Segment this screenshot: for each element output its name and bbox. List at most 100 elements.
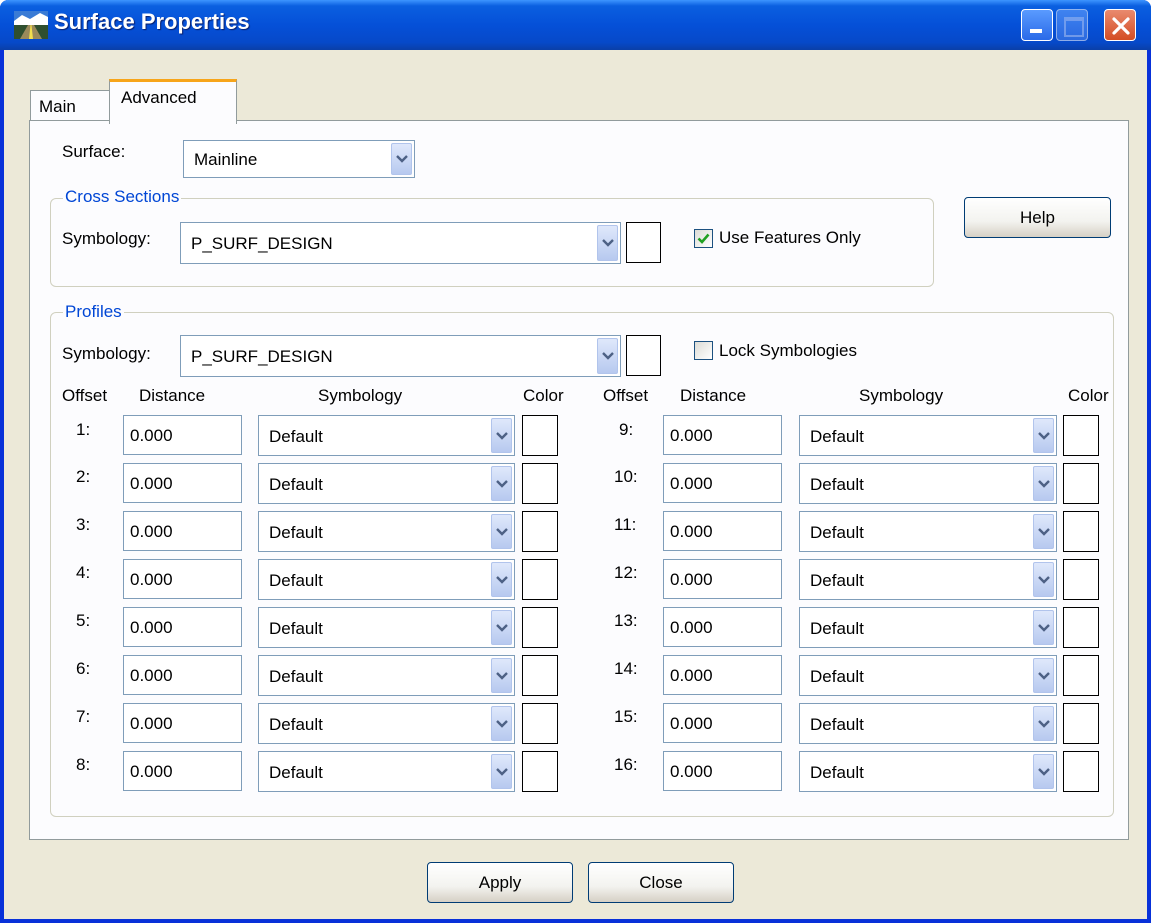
offset-distance-input[interactable]: 0.000 [663,751,782,791]
minimize-button[interactable] [1021,9,1053,41]
offset-distance-input[interactable]: 0.000 [663,463,782,503]
offset-symbology-value: Default [269,426,323,446]
profiles-color-swatch[interactable] [626,335,661,376]
dropdown-arrow[interactable] [491,754,512,789]
offset-distance-input[interactable]: 0.000 [663,607,782,647]
surface-dropdown[interactable]: Mainline [183,140,415,178]
offset-color-swatch[interactable] [522,511,558,552]
offset-color-swatch[interactable] [522,655,558,696]
offset-row-label: 5: [76,611,91,630]
offset-row-label: 12: [614,563,638,582]
title-bar[interactable]: Surface Properties [0,0,1151,50]
offset-distance-input[interactable]: 0.000 [123,511,242,551]
offset-color-swatch[interactable] [1063,463,1099,504]
offset-symbology-dropdown[interactable]: Default [258,463,515,504]
offset-color-swatch[interactable] [522,751,558,792]
offset-symbology-dropdown[interactable]: Default [799,751,1057,792]
offset-symbology-dropdown[interactable]: Default [799,463,1057,504]
tab-main[interactable]: Main [30,90,110,122]
offset-symbology-value: Default [269,522,323,542]
close-button[interactable]: Close [588,862,734,903]
offset-color-swatch[interactable] [1063,751,1099,792]
offset-distance-input[interactable]: 0.000 [123,607,242,647]
cross-sections-color-swatch[interactable] [626,222,661,263]
offset-row-label: 11: [614,515,637,534]
dropdown-arrow[interactable] [1033,466,1054,501]
dropdown-arrow[interactable] [491,418,512,453]
offset-symbology-dropdown[interactable]: Default [258,559,515,600]
offset-distance-input[interactable]: 0.000 [123,655,242,695]
offset-distance-input[interactable]: 0.000 [663,559,782,599]
offset-distance-input[interactable]: 0.000 [663,655,782,695]
offset-color-swatch[interactable] [522,607,558,648]
offset-distance-value: 0.000 [670,474,713,493]
offset-symbology-dropdown[interactable]: Default [258,415,515,456]
chevron-down-icon [496,623,508,632]
offset-distance-input[interactable]: 0.000 [123,703,242,743]
use-features-only-checkbox[interactable] [694,229,713,248]
offset-distance-value: 0.000 [670,570,713,589]
surface-dropdown-arrow[interactable] [391,143,412,175]
offset-symbology-dropdown[interactable]: Default [799,559,1057,600]
dropdown-arrow[interactable] [1033,754,1054,789]
chevron-down-icon [496,527,508,536]
offset-distance-input[interactable]: 0.000 [663,511,782,551]
offset-symbology-dropdown[interactable]: Default [258,703,515,744]
dropdown-arrow[interactable] [1033,418,1054,453]
offset-symbology-dropdown[interactable]: Default [799,607,1057,648]
offset-symbology-dropdown[interactable]: Default [799,511,1057,552]
offset-color-swatch[interactable] [1063,655,1099,696]
offset-color-swatch[interactable] [1063,559,1099,600]
offset-symbology-dropdown[interactable]: Default [799,703,1057,744]
dropdown-arrow[interactable] [491,514,512,549]
close-window-button[interactable] [1104,9,1136,41]
offset-symbology-dropdown[interactable]: Default [258,655,515,696]
offset-color-swatch[interactable] [522,463,558,504]
offset-color-swatch[interactable] [1063,703,1099,744]
offset-symbology-dropdown[interactable]: Default [258,751,515,792]
offset-symbology-dropdown[interactable]: Default [258,607,515,648]
apply-button[interactable]: Apply [427,862,573,903]
offset-distance-input[interactable]: 0.000 [663,415,782,455]
dropdown-arrow[interactable] [1033,514,1054,549]
cross-sections-symbology-dropdown[interactable]: P_SURF_DESIGN [180,222,621,264]
offset-distance-input[interactable]: 0.000 [123,751,242,791]
offset-row-label: 13: [614,611,638,630]
offset-distance-input[interactable]: 0.000 [123,415,242,455]
offset-color-swatch[interactable] [1063,511,1099,552]
offset-symbology-dropdown[interactable]: Default [799,655,1057,696]
dropdown-arrow[interactable] [1033,658,1054,693]
help-button[interactable]: Help [964,197,1111,238]
offset-color-swatch[interactable] [522,415,558,456]
symbology-header: Symbology [859,386,944,405]
profiles-symbology-dropdown-arrow[interactable] [597,338,618,374]
offset-color-swatch[interactable] [522,559,558,600]
offset-distance-input[interactable]: 0.000 [123,463,242,503]
dropdown-arrow[interactable] [491,706,512,741]
dropdown-arrow[interactable] [491,610,512,645]
offset-distance-input[interactable]: 0.000 [123,559,242,599]
offset-distance-value: 0.000 [670,618,713,637]
chevron-down-icon [1038,479,1050,488]
offset-distance-input[interactable]: 0.000 [663,703,782,743]
dropdown-arrow[interactable] [1033,562,1054,597]
close-icon [1112,17,1130,35]
offset-symbology-value: Default [269,714,323,734]
dropdown-arrow[interactable] [1033,706,1054,741]
dropdown-arrow[interactable] [1033,610,1054,645]
offset-color-swatch[interactable] [1063,607,1099,648]
offset-row-label: 16: [614,755,638,774]
offset-symbology-dropdown[interactable]: Default [799,415,1057,456]
lock-symbologies-checkbox[interactable] [694,341,713,360]
offset-color-swatch[interactable] [1063,415,1099,456]
cross-sections-symbology-dropdown-arrow[interactable] [597,225,618,261]
offset-distance-value: 0.000 [670,714,713,733]
offset-symbology-dropdown[interactable]: Default [258,511,515,552]
tab-advanced[interactable]: Advanced [109,79,237,124]
offset-color-swatch[interactable] [522,703,558,744]
dropdown-arrow[interactable] [491,658,512,693]
profiles-symbology-dropdown[interactable]: P_SURF_DESIGN [180,335,621,377]
dropdown-arrow[interactable] [491,466,512,501]
dropdown-arrow[interactable] [491,562,512,597]
chevron-down-icon [1038,431,1050,440]
